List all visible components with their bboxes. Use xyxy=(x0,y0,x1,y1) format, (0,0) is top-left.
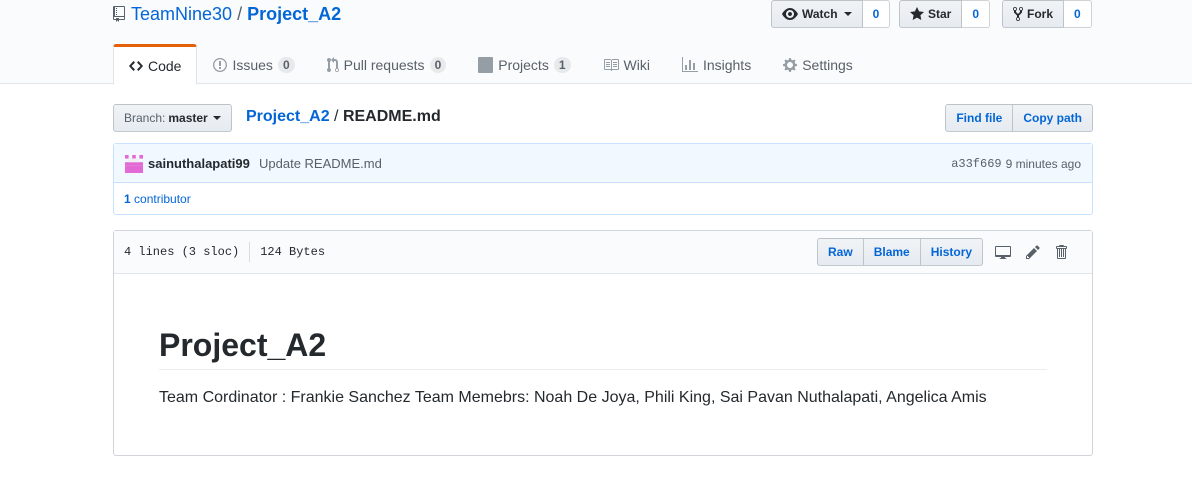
book-icon xyxy=(603,59,619,71)
repo-header: TeamNine30 / Project_A2 Watch 0 Star 0 F… xyxy=(0,0,1192,85)
eye-icon xyxy=(782,8,798,20)
commit-author-link[interactable]: sainuthalapati99 xyxy=(148,155,250,173)
watch-count[interactable]: 0 xyxy=(862,0,891,28)
find-file-button[interactable]: Find file xyxy=(945,104,1014,132)
contributors-count: 1 xyxy=(124,192,131,206)
trash-icon[interactable] xyxy=(1055,244,1067,260)
chevron-down-icon xyxy=(212,116,221,120)
projects-counter: 1 xyxy=(553,57,571,73)
chevron-down-icon xyxy=(843,12,852,16)
readme-content: Project_A2 Team Cordinator : Frankie San… xyxy=(159,325,1047,410)
tab-label: Code xyxy=(148,57,182,74)
graph-icon xyxy=(681,57,698,72)
pencil-icon[interactable] xyxy=(1026,244,1040,260)
avatar[interactable] xyxy=(125,155,143,173)
tab-projects[interactable]: Projects 1 xyxy=(462,44,586,84)
tab-label: Settings xyxy=(802,57,853,73)
fork-button[interactable]: Fork xyxy=(1002,0,1065,28)
breadcrumb-file: README.md xyxy=(342,108,441,125)
history-button[interactable]: History xyxy=(919,238,984,266)
star-icon xyxy=(910,7,924,20)
tab-label: Issues xyxy=(232,57,273,73)
tab-settings[interactable]: Settings xyxy=(767,44,869,84)
repo-icon xyxy=(113,6,125,22)
star-group: Star 0 xyxy=(899,0,991,28)
commit-meta: a33f669 9 minutes ago xyxy=(951,155,1081,173)
project-icon xyxy=(478,57,494,73)
watch-button[interactable]: Watch xyxy=(771,0,863,28)
commit-tease: sainuthalapati99 Update README.md a33f66… xyxy=(113,143,1093,215)
tab-insights[interactable]: Insights xyxy=(666,44,767,84)
pull-request-icon xyxy=(326,57,339,73)
file-nav-group: Find file Copy path xyxy=(945,104,1093,132)
tab-issues[interactable]: Issues 0 xyxy=(197,44,310,84)
watch-group: Watch 0 xyxy=(771,0,891,28)
blame-button[interactable]: Blame xyxy=(862,238,921,266)
fork-group: Fork 0 xyxy=(1002,0,1092,28)
file-info: 4 lines (3 sloc) 124 Bytes xyxy=(124,242,326,262)
repo-separator: / xyxy=(237,4,243,24)
tab-label: Projects xyxy=(498,57,549,73)
tab-label: Wiki xyxy=(623,57,650,73)
branch-select-button[interactable]: Branch: master xyxy=(113,104,232,132)
file-actions-group: Raw Blame History xyxy=(817,238,984,266)
file-viewer: 4 lines (3 sloc) 124 Bytes Raw Blame His… xyxy=(113,230,1093,456)
readme-heading: Project_A2 xyxy=(159,325,1047,370)
issues-counter: 0 xyxy=(277,57,295,73)
breadcrumb-root-link[interactable]: Project_A2 xyxy=(246,108,330,125)
breadcrumb-separator: / xyxy=(334,108,339,125)
commit-message-link[interactable]: Update README.md xyxy=(259,155,382,173)
branch-label: Branch: xyxy=(124,111,166,125)
contributors-link[interactable]: 1 contributor xyxy=(124,192,191,206)
readme-body: Team Cordinator : Frankie Sanchez Team M… xyxy=(159,389,987,406)
repo-name-link[interactable]: Project_A2 xyxy=(247,2,341,26)
fork-icon xyxy=(1013,6,1023,22)
copy-path-button[interactable]: Copy path xyxy=(1013,104,1093,132)
gear-icon xyxy=(783,58,798,72)
tab-code[interactable]: Code xyxy=(113,44,198,85)
tab-label: Insights xyxy=(702,57,752,73)
repo-nav: Code Issues 0 Pull requests 0 Projects 1… xyxy=(113,44,869,85)
commit-sha-link[interactable]: a33f669 xyxy=(951,155,1001,173)
repo-owner-link[interactable]: TeamNine30 xyxy=(131,2,232,26)
raw-button[interactable]: Raw xyxy=(817,238,864,266)
file-size: 124 Bytes xyxy=(260,245,326,259)
tab-label: Pull requests xyxy=(343,57,425,73)
code-icon xyxy=(129,60,143,71)
repo-title: TeamNine30 / Project_A2 xyxy=(113,2,341,26)
contributors-label: contributor xyxy=(134,192,191,206)
desktop-icon[interactable] xyxy=(995,244,1011,260)
watch-label: Watch xyxy=(802,7,838,21)
tab-wiki[interactable]: Wiki xyxy=(587,44,666,84)
file-info-divider xyxy=(249,242,251,262)
file-lines: 4 lines (3 sloc) xyxy=(124,245,240,259)
star-button[interactable]: Star xyxy=(899,0,963,28)
file-icon-actions xyxy=(995,244,1067,260)
branch-value: master xyxy=(168,111,208,125)
fork-count[interactable]: 0 xyxy=(1064,0,1092,28)
commit-time: 9 minutes ago xyxy=(1005,157,1081,171)
star-count[interactable]: 0 xyxy=(962,0,991,28)
fork-label: Fork xyxy=(1027,7,1054,21)
file-header: 4 lines (3 sloc) 124 Bytes Raw Blame His… xyxy=(114,231,1092,274)
star-label: Star xyxy=(928,7,952,21)
tab-pull-requests[interactable]: Pull requests 0 xyxy=(311,44,463,84)
latest-commit: sainuthalapati99 Update README.md a33f66… xyxy=(114,144,1092,183)
issue-icon xyxy=(213,58,228,72)
pull-requests-counter: 0 xyxy=(429,57,447,73)
breadcrumb: Project_A2 / README.md xyxy=(246,106,441,128)
